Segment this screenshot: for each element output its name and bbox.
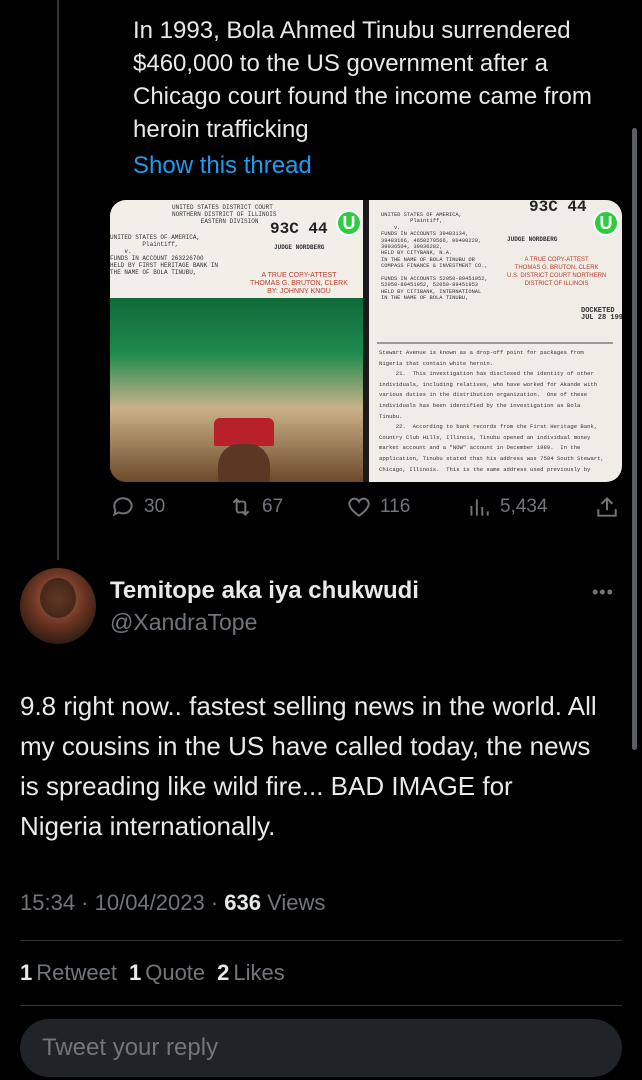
retweet-icon bbox=[232, 498, 250, 516]
photo-face bbox=[218, 444, 270, 482]
doc-clerk-stamp: A TRUE COPY-ATTEST THOMAS G. BRUTON, CLE… bbox=[250, 272, 348, 295]
author-display-name[interactable]: Temitope aka iya chukwudi bbox=[110, 577, 419, 605]
photo-red-cap bbox=[214, 418, 274, 446]
scrollbar[interactable] bbox=[632, 128, 637, 750]
doc2-case-number: 93C 44 bbox=[529, 200, 587, 216]
verified-u-badge-icon: U bbox=[336, 210, 362, 236]
heart-icon bbox=[348, 497, 370, 517]
like-button[interactable]: 116 bbox=[346, 494, 410, 520]
divider-top bbox=[20, 940, 622, 941]
verified-u-badge-icon-2: U bbox=[593, 210, 619, 236]
tweet-views-label: Views bbox=[260, 890, 326, 915]
doc2-docketed-stamp: DOCKETED JUL 28 1993 bbox=[581, 307, 622, 322]
share-icon bbox=[597, 496, 617, 517]
tweet-timestamp[interactable]: 15:34 · 10/04/2023 · bbox=[20, 890, 224, 915]
reply-count: 30 bbox=[144, 496, 166, 517]
author-avatar[interactable] bbox=[20, 568, 96, 644]
retweet-count: 67 bbox=[262, 496, 284, 517]
doc-court-heading: UNITED STATES DISTRICT COURT NORTHERN DI… bbox=[172, 204, 277, 225]
quotes-stat-label: Quote bbox=[145, 960, 206, 985]
tweet-media-grid[interactable]: UNITED STATES DISTRICT COURT NORTHERN DI… bbox=[110, 200, 622, 482]
analytics-icon bbox=[470, 499, 489, 516]
doc-parties-text: UNITED STATES OF AMERICA, Plaintiff, v. … bbox=[110, 234, 219, 276]
thread-connector-line bbox=[57, 0, 59, 560]
doc2-separator bbox=[377, 342, 613, 344]
doc-case-number: 93C 44 bbox=[270, 220, 328, 238]
court-document-image-1[interactable]: UNITED STATES DISTRICT COURT NORTHERN DI… bbox=[110, 200, 363, 298]
doc2-judge-name: JUDGE NORDBERG bbox=[507, 236, 558, 243]
likes-stat-number: 2 bbox=[217, 960, 230, 985]
doc2-parties-text: UNITED STATES OF AMERICA, Plaintiff, v. … bbox=[381, 212, 488, 302]
share-button[interactable] bbox=[594, 494, 620, 520]
views-count: 5,434 bbox=[500, 496, 548, 517]
quotes-stat-number: 1 bbox=[128, 960, 142, 985]
reply-icon bbox=[112, 497, 133, 517]
retweets-stat-number: 1 bbox=[20, 960, 33, 985]
tweet-body-text: 9.8 right now.. fastest selling news in … bbox=[20, 691, 597, 841]
doc2-clerk-stamp: A TRUE COPY-ATTEST THOMAS G. BRUTON, CLE… bbox=[507, 257, 607, 287]
reply-input[interactable]: Tweet your reply bbox=[20, 1019, 622, 1077]
reply-button[interactable]: 30 bbox=[110, 494, 165, 520]
portrait-photo[interactable] bbox=[110, 298, 363, 482]
retweets-stat-label: Retweet bbox=[36, 960, 117, 985]
retweet-button[interactable]: 67 bbox=[228, 494, 283, 520]
quotes-stat[interactable]: 1 Quote bbox=[129, 960, 205, 986]
more-options-icon[interactable]: ••• bbox=[592, 582, 614, 603]
like-count: 116 bbox=[380, 496, 411, 517]
likes-stat[interactable]: 2 Likes bbox=[217, 960, 285, 986]
tweet-views-count: 636 bbox=[224, 890, 261, 915]
doc-judge-name: JUDGE NORDBERG bbox=[274, 244, 325, 251]
show-thread-link[interactable]: Show this thread bbox=[133, 152, 312, 180]
tweet-stats: 1 Retweet 1 Quote 2 Likes bbox=[20, 960, 285, 986]
retweets-stat[interactable]: 1 Retweet bbox=[20, 960, 117, 986]
likes-stat-label: Likes bbox=[233, 960, 285, 985]
views-button[interactable]: 5,434 bbox=[466, 494, 548, 520]
quoted-tweet-actions: 30 67 116 5,434 bbox=[110, 494, 622, 528]
author-handle[interactable]: @XandraTope bbox=[110, 609, 257, 636]
tweet-meta: 15:34 · 10/04/2023 · 636 Views bbox=[20, 890, 325, 916]
doc2-paragraph: Stewart Avenue is known as a drop-off po… bbox=[379, 349, 604, 473]
divider-bottom bbox=[20, 1005, 622, 1006]
court-document-image-2[interactable]: 93C 44 U UNITED STATES OF AMERICA, Plain… bbox=[369, 200, 622, 482]
quoted-tweet-text: In 1993, Bola Ahmed Tinubu surrendered $… bbox=[133, 17, 592, 143]
